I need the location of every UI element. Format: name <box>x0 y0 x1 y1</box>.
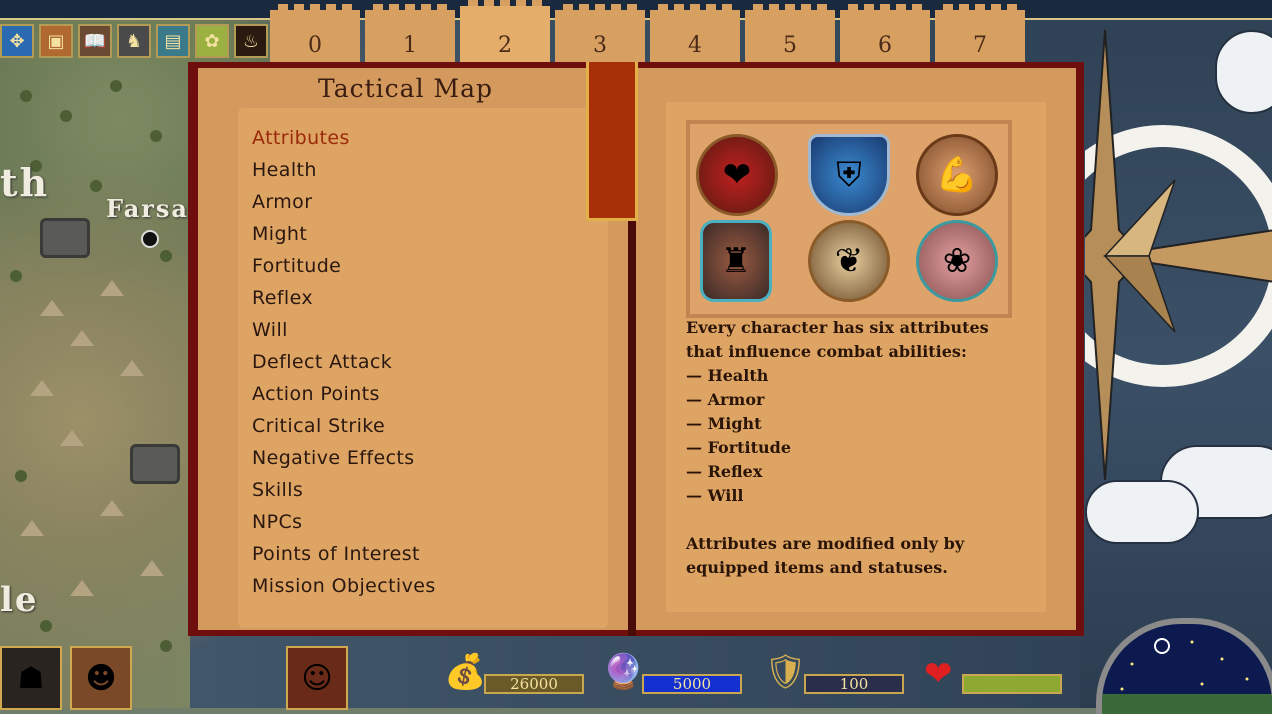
toc-item-points-of-interest[interactable]: Points of Interest <box>252 538 436 570</box>
mountain <box>60 430 84 446</box>
tree <box>160 640 172 652</box>
description-item: — Armor <box>686 390 765 409</box>
tree <box>160 250 172 262</box>
gold-pouch-icon: 💰 <box>444 652 487 692</box>
table-of-contents: Attributes Health Armor Might Fortitude … <box>252 122 436 602</box>
knight-icon[interactable]: ♞ <box>117 24 151 58</box>
tab-7[interactable]: 7 <box>935 4 1025 62</box>
bookmark-ribbon[interactable] <box>586 62 638 221</box>
map-icon[interactable]: ✿ <box>195 24 229 58</box>
tab-3[interactable]: 3 <box>555 4 645 62</box>
glory-shield-icon: 🛡 <box>764 652 808 692</box>
attribute-description: Every character has six attributes that … <box>686 316 1006 580</box>
mana-counter: 5000 <box>642 674 742 694</box>
tree <box>90 180 102 192</box>
glory-counter: 100 <box>804 674 904 694</box>
muscle-arm-icon: 💪 <box>916 134 998 216</box>
toc-item-critical-strike[interactable]: Critical Strike <box>252 410 436 442</box>
town-marker[interactable] <box>141 230 159 248</box>
description-item: — Health <box>686 366 769 385</box>
fortress-marker[interactable] <box>130 444 180 484</box>
toc-item-might[interactable]: Might <box>252 218 436 250</box>
cloud <box>1085 480 1199 544</box>
description-outro: Attributes are modified only by equipped… <box>686 534 965 577</box>
hero-portrait-monk[interactable]: ☺ <box>286 646 348 710</box>
tree <box>60 110 72 122</box>
description-item: — Might <box>686 414 762 433</box>
spellbook-icon[interactable]: 📖 <box>78 24 112 58</box>
mountain <box>140 560 164 576</box>
toc-item-fortitude[interactable]: Fortitude <box>252 250 436 282</box>
tree <box>110 80 122 92</box>
tab-1[interactable]: 1 <box>365 4 455 62</box>
torso-icon: ♜ <box>700 220 772 302</box>
tab-5[interactable]: 5 <box>745 4 835 62</box>
town-label: Farsa <box>106 194 189 223</box>
tab-0[interactable]: 0 <box>270 4 360 62</box>
health-bar <box>962 674 1062 694</box>
mountain <box>40 300 64 316</box>
region-label: th <box>0 160 50 205</box>
description-item: — Will <box>686 486 744 505</box>
brain-icon: ❀ <box>916 220 998 302</box>
book-title: Tactical Map <box>318 74 494 103</box>
fortress-marker[interactable] <box>40 218 90 258</box>
mountain <box>70 580 94 596</box>
description-intro: Every character has six attributes that … <box>686 318 989 361</box>
toc-item-action-points[interactable]: Action Points <box>252 378 436 410</box>
backpack-icon[interactable]: ▣ <box>39 24 73 58</box>
region-label: le <box>0 580 39 620</box>
guide-book: Tactical Map Attributes Health Armor Mig… <box>188 62 1084 636</box>
description-item: — Fortitude <box>686 438 792 457</box>
toolbar: ✥ ▣ 📖 ♞ ▤ ✿ ♨ <box>0 24 268 58</box>
gold-counter: 26000 <box>484 674 584 694</box>
toc-item-skills[interactable]: Skills <box>252 474 436 506</box>
tab-2[interactable]: 2 <box>460 0 550 62</box>
winged-feet-icon: ❦ <box>808 220 890 302</box>
attribute-icons-panel: ❤ ⛨ 💪 ♜ ❦ ❀ <box>686 120 1012 318</box>
tree <box>20 90 32 102</box>
tab-6[interactable]: 6 <box>840 4 930 62</box>
heart-icon: ❤ <box>696 134 778 216</box>
tree <box>40 620 52 632</box>
toc-item-attributes[interactable]: Attributes <box>252 122 436 154</box>
tree <box>10 270 22 282</box>
toc-item-deflect-attack[interactable]: Deflect Attack <box>252 346 436 378</box>
toc-item-will[interactable]: Will <box>252 314 436 346</box>
toc-item-armor[interactable]: Armor <box>252 186 436 218</box>
mana-orb-icon: 🔮 <box>602 652 645 692</box>
arrows-icon[interactable]: ✥ <box>0 24 34 58</box>
shield-icon: ⛨ <box>808 134 890 216</box>
mountain <box>30 380 54 396</box>
cloud <box>1215 30 1272 114</box>
toc-item-reflex[interactable]: Reflex <box>252 282 436 314</box>
description-item: — Reflex <box>686 462 763 481</box>
toc-item-health[interactable]: Health <box>252 154 436 186</box>
toc-item-negative-effects[interactable]: Negative Effects <box>252 442 436 474</box>
mountain <box>70 330 94 346</box>
hero-portrait-warrior[interactable]: ☻ <box>70 646 132 710</box>
mountain <box>100 500 124 516</box>
tree <box>15 470 27 482</box>
mountain <box>20 520 44 536</box>
toc-item-npcs[interactable]: NPCs <box>252 506 436 538</box>
chapter-tabs: 0 1 2 3 4 5 6 7 <box>270 0 1025 66</box>
tab-4[interactable]: 4 <box>650 4 740 62</box>
heart-arrow-icon: ❤ <box>924 654 953 694</box>
journal-icon[interactable]: ▤ <box>156 24 190 58</box>
campfire-icon[interactable]: ♨ <box>234 24 268 58</box>
hero-portrait-hooded[interactable]: ☗ <box>0 646 62 710</box>
tree <box>150 130 162 142</box>
mountain <box>120 360 144 376</box>
toc-item-mission-objectives[interactable]: Mission Objectives <box>252 570 436 602</box>
mountain <box>100 280 124 296</box>
